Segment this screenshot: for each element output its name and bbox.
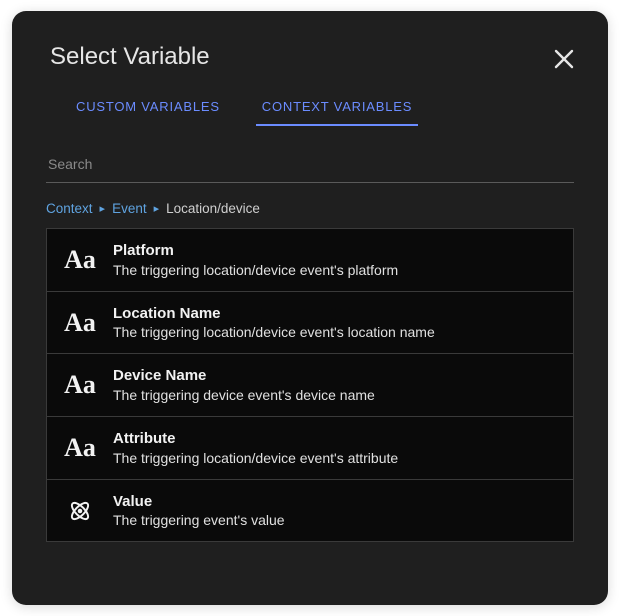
breadcrumb-event[interactable]: Event <box>112 201 147 216</box>
close-button[interactable] <box>552 47 576 71</box>
dialog-title: Select Variable <box>50 43 582 71</box>
variable-name: Device Name <box>113 366 375 386</box>
search-field <box>46 150 574 183</box>
variable-item-location-name[interactable]: Aa Location Name The triggering location… <box>47 292 573 355</box>
variable-name: Attribute <box>113 429 398 449</box>
text-type-icon: Aa <box>61 369 99 401</box>
variable-desc: The triggering device event's device nam… <box>113 386 375 404</box>
variable-name: Platform <box>113 241 398 261</box>
select-variable-dialog: Select Variable CUSTOM VARIABLES CONTEXT… <box>12 11 608 605</box>
chevron-right-icon: ▸ <box>154 202 160 215</box>
variable-desc: The triggering location/device event's l… <box>113 323 435 341</box>
variable-name: Value <box>113 492 285 512</box>
breadcrumb-context[interactable]: Context <box>46 201 93 216</box>
close-icon <box>552 58 576 75</box>
text-type-icon: Aa <box>61 244 99 276</box>
tab-context-variables[interactable]: CONTEXT VARIABLES <box>256 89 418 126</box>
tabs: CUSTOM VARIABLES CONTEXT VARIABLES <box>38 89 582 126</box>
variable-item-platform[interactable]: Aa Platform The triggering location/devi… <box>47 229 573 292</box>
breadcrumb-current: Location/device <box>166 201 260 216</box>
tab-custom-variables[interactable]: CUSTOM VARIABLES <box>70 89 226 126</box>
variable-desc: The triggering event's value <box>113 511 285 529</box>
search-input[interactable] <box>46 150 574 183</box>
variable-desc: The triggering location/device event's p… <box>113 261 398 279</box>
text-type-icon: Aa <box>61 432 99 464</box>
variable-name: Location Name <box>113 304 435 324</box>
variable-item-attribute[interactable]: Aa Attribute The triggering location/dev… <box>47 417 573 480</box>
variable-item-value[interactable]: Value The triggering event's value <box>47 480 573 542</box>
chevron-right-icon: ▸ <box>100 202 106 215</box>
variable-desc: The triggering location/device event's a… <box>113 449 398 467</box>
breadcrumb: Context ▸ Event ▸ Location/device <box>46 201 574 216</box>
atom-icon <box>61 495 99 527</box>
text-type-icon: Aa <box>61 307 99 339</box>
variable-list: Aa Platform The triggering location/devi… <box>46 228 574 542</box>
variable-item-device-name[interactable]: Aa Device Name The triggering device eve… <box>47 354 573 417</box>
